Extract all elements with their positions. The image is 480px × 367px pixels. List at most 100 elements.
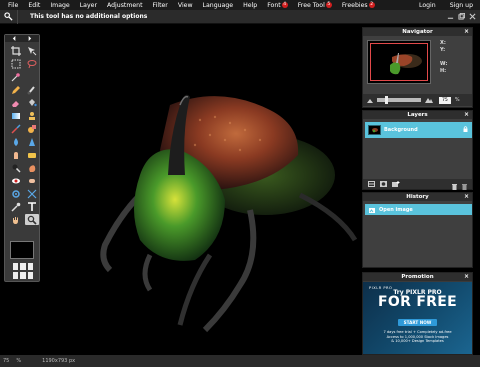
- menu-file[interactable]: File: [0, 2, 23, 9]
- beetle-photo: [100, 94, 358, 333]
- brush-tool-icon[interactable]: [25, 84, 39, 95]
- layer-mask-icon[interactable]: [380, 181, 387, 187]
- crop-tool-icon[interactable]: [9, 45, 23, 56]
- history-title: History ×: [363, 193, 472, 201]
- promotion-banner[interactable]: PIXLR PRO Try PIXLR PRO FOR FREE START N…: [363, 282, 472, 354]
- dodge-tool-icon[interactable]: [9, 162, 23, 173]
- bloat-tool-icon[interactable]: [9, 188, 23, 199]
- layers-title: Layers ×: [363, 111, 472, 119]
- login-link[interactable]: Login: [412, 2, 443, 9]
- navigator-close-icon[interactable]: ×: [464, 28, 469, 35]
- navigator-view-frame[interactable]: [370, 43, 428, 81]
- lasso-tool-icon[interactable]: [25, 58, 39, 69]
- history-item[interactable]: Open image: [365, 204, 472, 215]
- promotion-panel: Promotion × PIXLR PRO Try PIXLR PRO FOR F…: [362, 272, 473, 355]
- image-canvas[interactable]: [0, 25, 360, 355]
- menu-free-tool-label: Free Tool: [297, 1, 325, 9]
- y-label: Y:: [440, 47, 446, 53]
- menu-font-label: Font: [267, 1, 281, 9]
- promo-line-3: & 10,000+ Design Templates: [391, 339, 444, 343]
- collapse-left-icon[interactable]: [12, 36, 17, 41]
- restore-icon[interactable]: [457, 13, 465, 21]
- zoom-value-input[interactable]: 75: [439, 96, 451, 104]
- account-links: Login Sign up: [412, 2, 480, 9]
- zoom-slider[interactable]: [377, 96, 421, 104]
- pixlr-editor-window: File Edit Image Layer Adjustment Filter …: [0, 0, 480, 367]
- promotion-title-text: Promotion: [401, 274, 434, 280]
- color-picker-icon[interactable]: [9, 201, 23, 212]
- spot-heal-icon[interactable]: [25, 175, 39, 186]
- promotion-title: Promotion ×: [363, 273, 472, 281]
- layer-settings-icon[interactable]: [368, 181, 375, 187]
- zoom-tool-icon[interactable]: [25, 214, 39, 225]
- history-close-icon[interactable]: ×: [464, 193, 469, 200]
- layer-trash-icon[interactable]: [462, 175, 467, 194]
- promotion-close-icon[interactable]: ×: [464, 273, 469, 280]
- marquee-tool-icon[interactable]: [9, 58, 23, 69]
- pinch-tool-icon[interactable]: [25, 188, 39, 199]
- grid-view-icon[interactable]: [13, 263, 33, 279]
- font-count-badge: 4: [281, 1, 288, 8]
- color-replace-icon[interactable]: [9, 123, 23, 134]
- promo-details: 7 days free trial + Completely ad-free A…: [363, 330, 472, 344]
- navigator-panel: Navigator × X: Y: W: H: 75 %: [362, 27, 473, 108]
- move-tool-icon[interactable]: [25, 45, 39, 56]
- layer-row-background[interactable]: Background: [365, 122, 472, 138]
- zoom-in-icon[interactable]: [425, 97, 433, 103]
- tools-panel: [4, 34, 40, 282]
- sponge-tool-icon[interactable]: [25, 149, 39, 160]
- navigator-zoom-bar: 75 %: [363, 94, 472, 106]
- menu-edit[interactable]: Edit: [23, 2, 45, 9]
- gradient-tool-icon[interactable]: [9, 110, 23, 121]
- navigator-thumbnail[interactable]: [367, 40, 431, 84]
- menu-filter[interactable]: Filter: [148, 2, 173, 9]
- menu-bar: File Edit Image Layer Adjustment Filter …: [0, 0, 480, 10]
- start-now-button[interactable]: START NOW: [397, 319, 438, 326]
- tools-panel-header[interactable]: [5, 35, 39, 42]
- hand-tool-icon[interactable]: [9, 214, 23, 225]
- blur-tool-icon[interactable]: [9, 136, 23, 147]
- history-title-text: History: [406, 194, 429, 200]
- smudge-tool-icon[interactable]: [9, 149, 23, 160]
- close-icon[interactable]: [468, 13, 476, 21]
- lock-icon: [463, 126, 468, 134]
- layers-panel: Layers × Background: [362, 110, 473, 190]
- eraser-tool-icon[interactable]: [9, 97, 23, 108]
- signup-link[interactable]: Sign up: [443, 2, 480, 9]
- primary-color-swatch[interactable]: [10, 241, 34, 259]
- pencil-tool-icon[interactable]: [9, 84, 23, 95]
- status-zoom-unit: %: [16, 358, 22, 364]
- sharpen-tool-icon[interactable]: [25, 136, 39, 147]
- minimize-icon[interactable]: [446, 13, 454, 21]
- menu-free-tool[interactable]: Free Tool 5: [293, 1, 337, 9]
- delete-layer-icon[interactable]: [452, 175, 457, 194]
- status-dimensions: 1190x793 px: [42, 358, 76, 364]
- menu-layer[interactable]: Layer: [75, 2, 102, 9]
- collapse-right-icon[interactable]: [27, 36, 32, 41]
- zoom-unit: %: [454, 97, 460, 103]
- red-eye-tool-icon[interactable]: [9, 175, 23, 186]
- menu-adjustment[interactable]: Adjustment: [102, 2, 148, 9]
- new-layer-icon[interactable]: [392, 181, 400, 187]
- layers-close-icon[interactable]: ×: [464, 111, 469, 118]
- menu-language[interactable]: Language: [198, 2, 239, 9]
- open-image-icon: [369, 207, 375, 213]
- menu-help[interactable]: Help: [238, 2, 262, 9]
- current-tool-icon: [0, 9, 18, 24]
- zoom-out-icon[interactable]: [367, 97, 373, 103]
- burn-tool-icon[interactable]: [25, 162, 39, 173]
- drawing-tool-icon[interactable]: [25, 123, 39, 134]
- tool-grid: [5, 42, 39, 225]
- stamp-tool-icon[interactable]: [25, 110, 39, 121]
- menu-freebies[interactable]: Freebies 2: [337, 1, 380, 9]
- paint-bucket-icon[interactable]: [25, 97, 39, 108]
- tool-options-bar: This tool has no additional options: [0, 9, 480, 24]
- type-tool-icon[interactable]: [25, 201, 39, 212]
- history-item-label: Open image: [379, 206, 413, 213]
- history-panel: History × Open image: [362, 192, 473, 268]
- menu-font[interactable]: Font 4: [262, 1, 292, 9]
- status-zoom[interactable]: 75: [3, 358, 9, 364]
- menu-image[interactable]: Image: [45, 2, 74, 9]
- menu-view[interactable]: View: [173, 2, 198, 9]
- wand-tool-icon[interactable]: [9, 71, 23, 82]
